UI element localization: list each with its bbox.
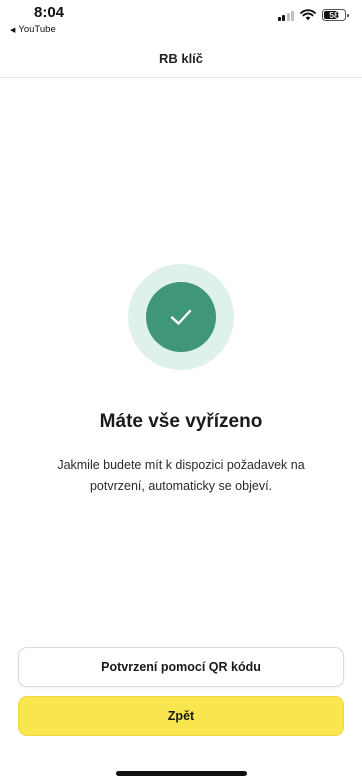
status-bar: 8:04 ◀ YouTube 58 <box>0 0 362 40</box>
cellular-signal-icon <box>277 10 294 21</box>
back-button[interactable]: Zpět <box>18 696 344 736</box>
status-icons: 58 <box>277 9 349 21</box>
back-to-app-link[interactable]: ◀ YouTube <box>10 24 56 35</box>
status-time: 8:04 <box>34 4 65 21</box>
success-badge <box>128 264 234 370</box>
back-triangle-icon: ◀ <box>10 26 16 34</box>
wifi-icon <box>300 9 316 21</box>
page-header: RB klíč <box>0 40 362 78</box>
status-heading: Máte vše vyřízeno <box>99 411 263 432</box>
battery-level: 58 <box>329 10 339 20</box>
success-circle <box>146 282 216 352</box>
back-app-label: YouTube <box>18 24 56 35</box>
status-description: Jakmile budete mít k dispozici požadavek… <box>57 458 305 493</box>
qr-confirm-button[interactable]: Potvrzení pomocí QR kódu <box>18 647 344 687</box>
page-title: RB klíč <box>158 51 204 66</box>
checkmark-icon <box>170 309 192 325</box>
battery-icon: 58 <box>322 9 349 21</box>
home-indicator[interactable] <box>116 771 247 776</box>
